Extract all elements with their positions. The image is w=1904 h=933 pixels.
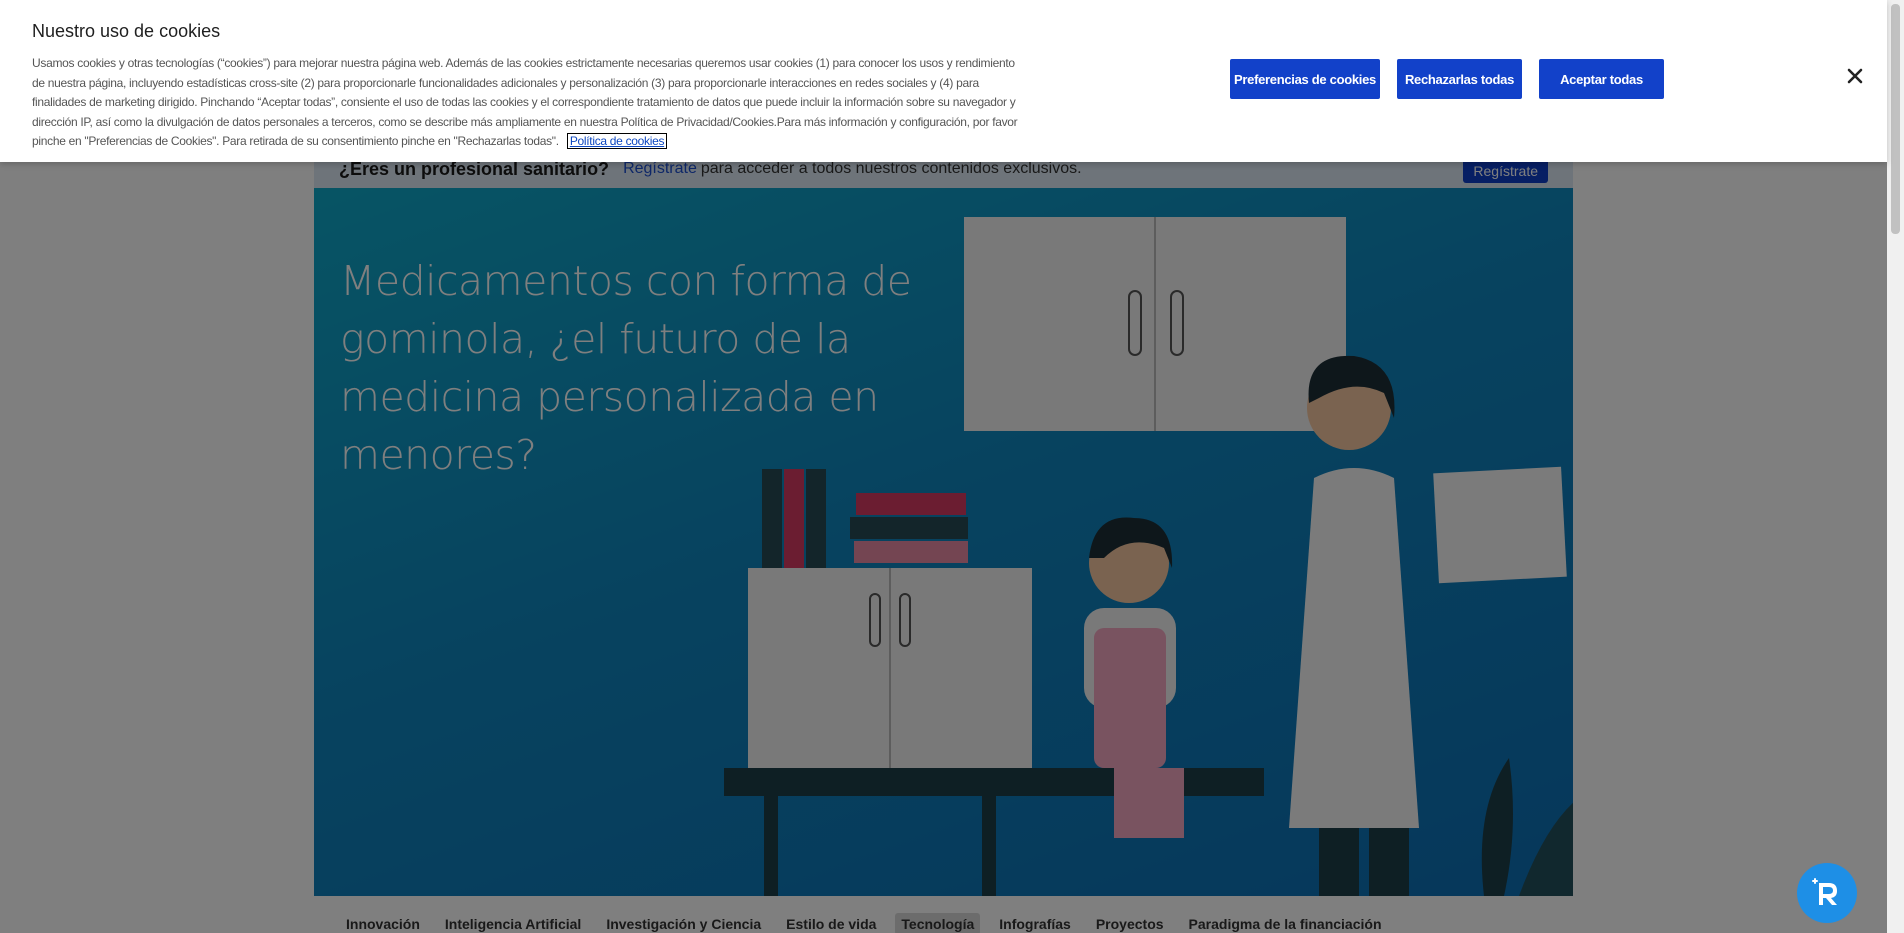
cookie-banner: Nuestro uso de cookies Usamos cookies y … xyxy=(0,0,1887,162)
reject-all-button[interactable]: Rechazarlas todas xyxy=(1397,59,1522,99)
assistant-logo-icon xyxy=(1812,878,1837,905)
accept-all-button[interactable]: Aceptar todas xyxy=(1539,59,1664,99)
cookie-preferences-button[interactable]: Preferencias de cookies xyxy=(1230,59,1380,99)
cookie-description: Usamos cookies y otras tecnologías (“coo… xyxy=(32,56,1018,149)
cookie-text: Usamos cookies y otras tecnologías (“coo… xyxy=(32,54,1022,152)
scrollbar-thumb[interactable] xyxy=(1891,4,1900,234)
page-scrollbar[interactable] xyxy=(1887,0,1904,933)
close-icon[interactable] xyxy=(1843,64,1867,88)
cookie-title: Nuestro uso de cookies xyxy=(32,21,221,41)
chat-assistant-button[interactable] xyxy=(1797,863,1857,923)
cookie-policy-link[interactable]: Política de cookies xyxy=(566,133,668,150)
